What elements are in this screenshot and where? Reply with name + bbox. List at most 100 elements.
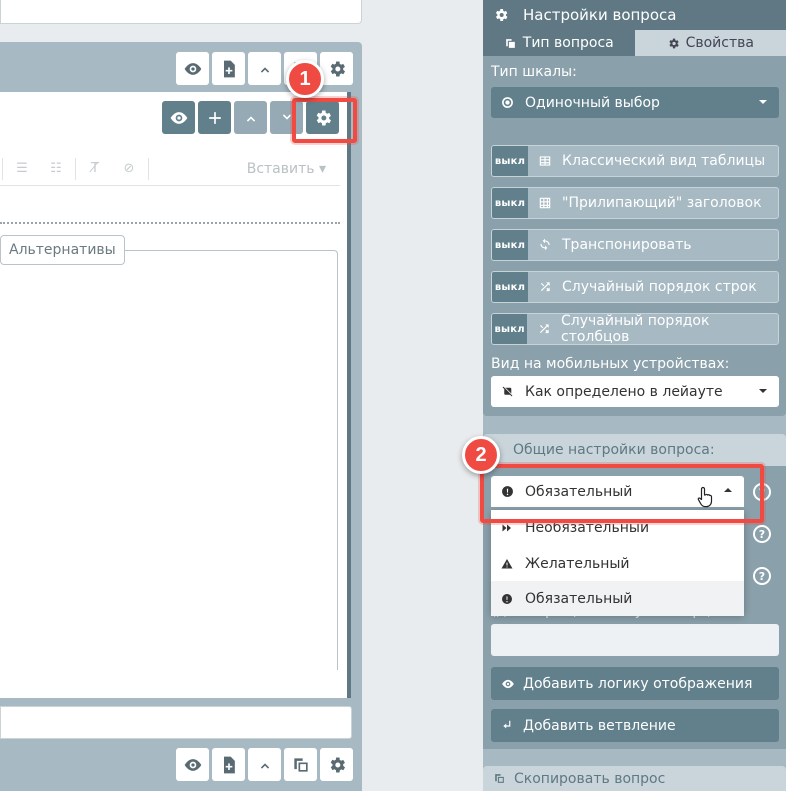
eye-settings-icon xyxy=(502,679,514,688)
toggle-sticky-header[interactable]: выкл "Прилипающий" заголовок xyxy=(491,187,779,219)
add-button[interactable] xyxy=(198,101,231,134)
add-display-logic-label: Добавить логику отображения xyxy=(523,675,753,692)
insert-label: Вставить xyxy=(246,160,315,177)
toggle-random-columns[interactable]: выкл Случайный порядок столбцов xyxy=(491,313,779,345)
option-required[interactable]: Обязательный xyxy=(491,581,744,616)
insert-dropdown[interactable]: Вставить ▾ xyxy=(247,161,340,177)
toggle-off-label: выкл xyxy=(492,188,528,218)
copy-question-label: Скопировать вопрос xyxy=(514,770,666,787)
option-desirable[interactable]: Желательный xyxy=(491,546,744,581)
move-up-button[interactable] xyxy=(234,101,267,134)
option-required-label: Обязательный xyxy=(525,590,633,607)
step-badge-1: 1 xyxy=(286,60,324,98)
toggle-off-label: выкл xyxy=(492,230,528,260)
toolbar-separator xyxy=(75,157,76,180)
chevron-down-icon xyxy=(759,100,767,104)
add-display-logic-button[interactable]: Добавить логику отображения xyxy=(491,667,779,700)
step-badge-2: 2 xyxy=(462,436,500,474)
scale-type-select[interactable]: Одиночный выбор xyxy=(491,87,779,118)
option-desirable-label: Желательный xyxy=(525,555,630,572)
toggle-sticky-header-label: "Прилипающий" заголовок xyxy=(562,195,762,211)
chevron-down-icon xyxy=(759,389,767,393)
tab-properties[interactable]: Свойства xyxy=(634,30,786,56)
add-branch-label: Добавить ветвление xyxy=(523,717,676,734)
question-controls-bottom xyxy=(176,748,353,781)
toggle-random-columns-label: Случайный порядок столбцов xyxy=(561,313,710,345)
add-page-button[interactable] xyxy=(212,748,245,781)
eye-icon xyxy=(184,758,201,771)
gear-icon xyxy=(330,757,345,772)
eye-icon xyxy=(184,62,201,75)
clear-format-icon[interactable]: T̸ xyxy=(78,161,112,176)
copy-icon xyxy=(505,38,515,48)
toggle-classic-table[interactable]: выкл Классический вид таблицы xyxy=(491,145,779,177)
toolbar-separator xyxy=(2,157,3,180)
unlink-icon[interactable]: ⊘ xyxy=(112,161,146,176)
warning-icon xyxy=(501,558,517,570)
transpose-icon xyxy=(538,238,554,252)
bulleted-list-icon[interactable]: ☰ xyxy=(5,161,39,176)
gear-icon xyxy=(495,9,508,21)
copy-icon xyxy=(495,774,504,783)
dotted-divider xyxy=(0,222,340,224)
required-select-highlight xyxy=(480,464,764,523)
settings-button-highlight xyxy=(292,98,357,143)
toggle-random-rows[interactable]: выкл Случайный порядок строк xyxy=(491,271,779,303)
general-settings-label: Общие настройки вопроса: xyxy=(513,442,715,458)
settings-button[interactable] xyxy=(320,52,353,85)
variable-name-input[interactable] xyxy=(491,624,779,656)
chevron-up-icon xyxy=(246,115,255,122)
alternatives-tab[interactable]: Альтернативы xyxy=(0,235,125,265)
mobile-view-label: Вид на мобильных устройствах: xyxy=(491,356,730,372)
question-footer-input[interactable] xyxy=(0,706,352,739)
add-branch-button[interactable]: Добавить ветвление xyxy=(491,709,779,742)
scale-type-value: Одиночный выбор xyxy=(525,94,660,111)
chevron-up-icon xyxy=(260,66,269,73)
tab-question-type-label: Тип вопроса xyxy=(522,35,614,51)
move-up-button[interactable] xyxy=(248,52,281,85)
text-editor-toolbar: ☰ ☷ T̸ ⊘ Вставить ▾ xyxy=(0,152,340,186)
toggle-transpose[interactable]: выкл Транспонировать xyxy=(491,229,779,261)
question-controls-top xyxy=(176,52,353,85)
toggle-off-label: выкл xyxy=(492,272,528,302)
settings-header: Настройки вопроса xyxy=(483,0,786,30)
settings-tabs: Тип вопроса Свойства xyxy=(483,30,786,56)
mobile-off-icon xyxy=(501,385,517,398)
general-settings-header[interactable]: Общие настройки вопроса: xyxy=(483,434,786,466)
grid-icon xyxy=(538,196,554,210)
branch-arrow-icon xyxy=(503,720,511,728)
settings-button[interactable] xyxy=(320,748,353,781)
toggle-off-label: выкл xyxy=(492,146,528,176)
preview-button[interactable] xyxy=(176,748,209,781)
gear-icon xyxy=(330,61,345,76)
numbered-list-icon[interactable]: ☷ xyxy=(39,161,73,176)
help-icon[interactable]: ? xyxy=(753,525,771,543)
previous-question-footer xyxy=(0,0,362,24)
toggle-classic-table-label: Классический вид таблицы xyxy=(562,153,766,169)
toggle-off-label: выкл xyxy=(492,314,528,344)
preview-button[interactable] xyxy=(176,52,209,85)
gear-icon xyxy=(668,38,679,48)
mobile-view-value: Как определено в лейауте xyxy=(525,383,723,400)
toggle-random-rows-label: Случайный порядок строк xyxy=(562,279,757,295)
copy-question-header[interactable]: Скопировать вопрос xyxy=(483,766,786,791)
file-plus-icon xyxy=(223,60,235,77)
move-up-button[interactable] xyxy=(248,748,281,781)
fast-forward-icon xyxy=(501,522,517,534)
shuffle-icon xyxy=(538,280,554,294)
copy-icon xyxy=(293,757,308,772)
copy-button[interactable] xyxy=(284,748,317,781)
plus-icon xyxy=(208,111,221,124)
preview-button[interactable] xyxy=(162,101,195,134)
scale-type-label: Тип шкалы: xyxy=(491,64,577,80)
toolbar-separator xyxy=(148,157,149,180)
exclamation-circle-icon xyxy=(501,593,517,605)
eye-icon xyxy=(170,111,187,124)
shuffle-icon xyxy=(537,322,553,336)
add-page-button[interactable] xyxy=(212,52,245,85)
mobile-view-select[interactable]: Как определено в лейауте xyxy=(491,376,779,407)
settings-title: Настройки вопроса xyxy=(523,6,677,24)
tab-question-type[interactable]: Тип вопроса xyxy=(483,30,635,56)
table-icon xyxy=(538,154,554,168)
help-icon[interactable]: ? xyxy=(753,567,771,585)
